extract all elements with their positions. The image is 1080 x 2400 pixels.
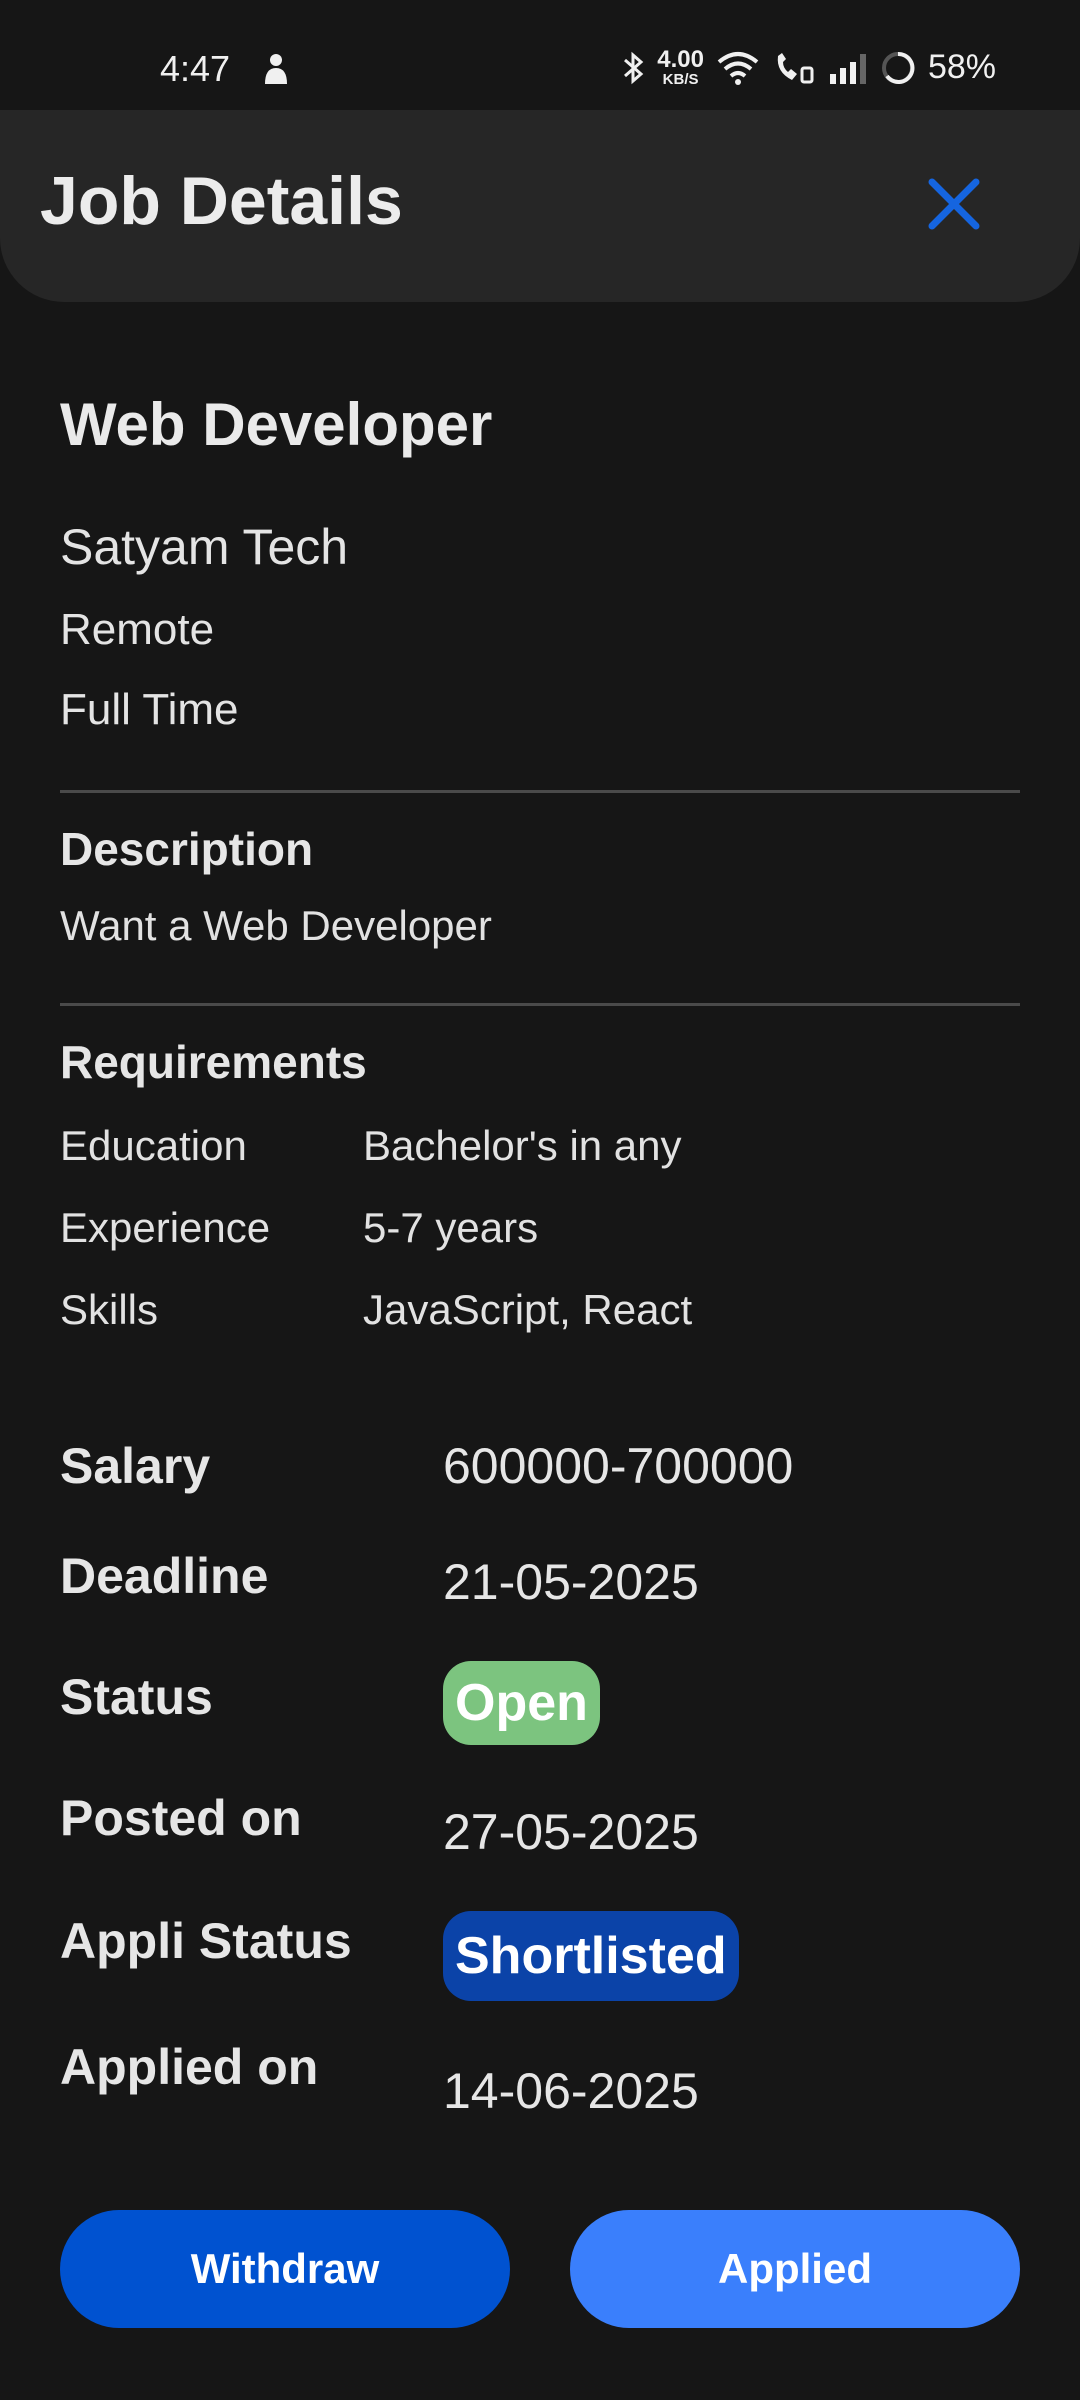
wifi-calling-icon	[777, 52, 814, 83]
requirements-heading: Requirements	[60, 1036, 367, 1088]
application-status-badge: Shortlisted	[443, 1911, 739, 2001]
applied-button[interactable]: Applied	[570, 2210, 1020, 2328]
requirement-skills-value: JavaScript, React	[363, 1286, 693, 1333]
divider	[60, 790, 1020, 793]
company-name: Satyam Tech	[60, 519, 349, 575]
description-text: Want a Web Developer	[60, 902, 492, 949]
status-time: 4:47	[160, 48, 231, 89]
posted-on-value: 27-05-2025	[443, 1804, 699, 1860]
status-bar: 4:47 4.00 KB/S 58%	[0, 0, 1080, 110]
divider	[60, 1003, 1020, 1006]
requirement-education-label: Education	[60, 1122, 247, 1169]
battery-ring-icon	[881, 51, 915, 84]
requirement-skills-label: Skills	[60, 1286, 159, 1333]
requirement-experience-label: Experience	[60, 1204, 271, 1251]
job-title: Web Developer	[60, 391, 493, 458]
job-type: Full Time	[60, 685, 239, 734]
applied-on-label: Applied on	[60, 2039, 319, 2095]
application-status-label: Appli Status	[60, 1913, 352, 1969]
salary-value: 600000-700000	[443, 1438, 794, 1494]
bluetooth-icon	[624, 51, 644, 84]
applied-on-value: 14-06-2025	[443, 2063, 699, 2119]
page-title: Job Details	[40, 163, 403, 239]
requirement-experience-value: 5-7 years	[363, 1204, 539, 1251]
person-notification-icon	[265, 54, 287, 84]
salary-label: Salary	[60, 1438, 211, 1494]
requirement-education-value: Bachelor's in any	[363, 1122, 682, 1169]
job-location: Remote	[60, 605, 215, 654]
description-heading: Description	[60, 823, 314, 875]
wifi-icon	[717, 51, 759, 85]
status-badge: Open	[443, 1661, 600, 1745]
status-label: Status	[60, 1669, 213, 1725]
signal-icon	[829, 53, 866, 84]
deadline-label: Deadline	[60, 1548, 269, 1604]
battery-percent: 58%	[927, 48, 996, 86]
posted-on-label: Posted on	[60, 1790, 302, 1846]
withdraw-button[interactable]: Withdraw	[60, 2210, 510, 2328]
network-speed: 4.00 KB/S	[657, 46, 704, 88]
close-icon[interactable]	[918, 168, 990, 240]
deadline-value: 21-05-2025	[443, 1554, 699, 1610]
status-icons: 4.00 KB/S 58%	[621, 48, 996, 87]
